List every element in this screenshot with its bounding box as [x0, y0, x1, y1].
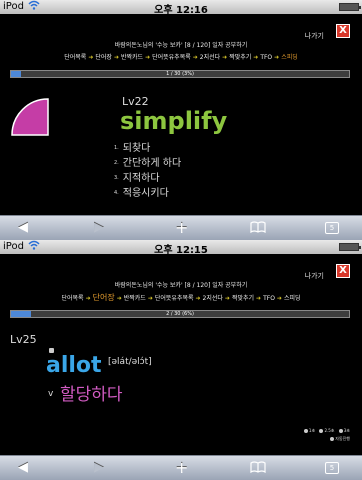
bookmarks-icon[interactable]	[250, 221, 266, 237]
arrow-icon: ➜	[192, 54, 198, 61]
radio-icon[interactable]	[319, 429, 324, 433]
auto-advance-options: 1초 2.5초 3초 자동진행	[301, 428, 350, 442]
study-heading: 바람의돈노님의 '수능 보카' [8 / 120] 일자 공부하기	[114, 282, 248, 289]
nav-item-two-choice[interactable]: 2지선다	[200, 54, 220, 61]
arrow-icon: ➜	[116, 295, 122, 302]
meaning-option[interactable]: 2. 간단하게 하다	[114, 156, 181, 171]
phonetic: [əlát/əlɔ́t]	[108, 357, 152, 367]
battery-icon	[339, 243, 361, 251]
nav-item-meaning-guess[interactable]: 단어뜻유추목록	[152, 54, 191, 61]
status-bar: iPod 오후 12:16	[0, 0, 362, 16]
arrow-icon: ➜	[274, 54, 280, 61]
arrow-icon: ➜	[276, 295, 282, 302]
meaning-option[interactable]: 4. 적응시키다	[114, 186, 181, 201]
speed-option[interactable]: 2.5초	[324, 428, 334, 433]
close-button[interactable]: X	[336, 264, 350, 278]
arrow-icon: ➜	[224, 295, 230, 302]
speed-option[interactable]: 3초	[344, 428, 350, 433]
meaning-option[interactable]: 1. 되찾다	[114, 141, 181, 156]
arrow-icon: ➜	[222, 54, 228, 61]
arrow-icon: ➜	[256, 295, 262, 302]
arrow-icon: ➜	[145, 54, 151, 61]
arrow-icon: ➜	[113, 54, 119, 61]
nav-item-meaning-guess[interactable]: 단어뜻유추목록	[155, 295, 194, 302]
nav-item-flash-card[interactable]: 반짝카드	[121, 54, 143, 61]
tabs-button[interactable]: 5	[325, 222, 339, 234]
level-label: Lv25	[10, 333, 37, 346]
browser-toolbar: ◀ ▶ + 5	[0, 455, 362, 480]
clock: 오후 12:15	[154, 245, 208, 256]
add-button[interactable]: +	[175, 218, 188, 237]
browser-toolbar: ◀ ▶ + 5	[0, 215, 362, 240]
radio-icon[interactable]	[338, 429, 343, 433]
speed-option[interactable]: 1초	[309, 428, 315, 433]
part-of-speech: v	[48, 389, 54, 399]
nav-item-word-list[interactable]: 단어목록	[64, 54, 86, 61]
arrow-icon: ➜	[147, 295, 153, 302]
meaning-option[interactable]: 3. 지적하다	[114, 171, 181, 186]
status-bar: iPod 오후 12:15	[0, 240, 362, 256]
arrow-icon: ➜	[85, 295, 91, 302]
back-button[interactable]: ◀	[18, 460, 28, 475]
arrow-icon: ➜	[195, 295, 201, 302]
back-button[interactable]: ◀	[18, 220, 28, 235]
progress-bar: 2 / 30 (6%)	[10, 310, 350, 318]
arrow-icon: ➜	[253, 54, 259, 61]
nav-item-matching[interactable]: 짝맞추기	[229, 54, 251, 61]
bookmarks-icon[interactable]	[250, 461, 266, 477]
vocab-word: allot	[46, 353, 102, 378]
close-button[interactable]: X	[336, 24, 350, 38]
tabs-button[interactable]: 5	[325, 462, 339, 474]
nav-item-wordbook[interactable]: 단어장	[95, 54, 112, 61]
meaning-list: 1. 되찾다 2. 간단하게 하다 3. 지적하다 4. 적응시키다	[114, 141, 181, 201]
nav-item-matching[interactable]: 짝맞추기	[232, 295, 254, 302]
arrow-icon: ➜	[88, 54, 94, 61]
progress-text: 1 / 30 (3%)	[166, 71, 194, 77]
word-meaning: 할당하다	[60, 385, 123, 405]
nav-item-speeding[interactable]: 스피딩	[281, 54, 298, 61]
timer-pie-icon	[11, 98, 49, 136]
screen-bottom: iPod 오후 12:15 나가기 X 바람의돈노님의 '수능 보카' [8 /…	[0, 240, 362, 480]
study-heading: 바람의돈노님의 '수능 보카' [8 / 120] 일자 공부하기	[114, 42, 248, 49]
nav-item-wordbook[interactable]: 단어장	[93, 293, 115, 302]
progress-bar: 1 / 30 (3%)	[10, 70, 350, 78]
nav-item-word-list[interactable]: 단어목록	[61, 295, 83, 302]
radio-icon[interactable]	[330, 437, 335, 441]
nav-item-tfo[interactable]: TFO	[263, 295, 275, 302]
screen-top: iPod 오후 12:16 나가기 X 바람의돈노님의 '수능 보카' [8 /…	[0, 0, 362, 240]
progress-text: 2 / 30 (6%)	[166, 311, 194, 317]
forward-button[interactable]: ▶	[94, 460, 104, 475]
nav-item-two-choice[interactable]: 2지선다	[203, 295, 223, 302]
forward-button[interactable]: ▶	[94, 220, 104, 235]
study-mode-nav: 단어목록 ➜ 단어장 ➜ 반짝카드 ➜ 단어뜻유추목록 ➜ 2지선다 ➜ 짝맞추기 ➜ TFO ➜ 스피딩	[0, 52, 362, 61]
radio-icon[interactable]	[303, 429, 308, 433]
add-button[interactable]: +	[175, 458, 188, 477]
vocab-word: simplify	[120, 107, 228, 135]
nav-item-tfo[interactable]: TFO	[260, 54, 272, 61]
nav-item-flash-card[interactable]: 반짝카드	[124, 295, 146, 302]
study-mode-nav: 단어목록 ➜ 단어장 ➜ 반짝카드 ➜ 단어뜻유추목록 ➜ 2지선다 ➜ 짝맞추기 ➜ TFO ➜ 스피딩	[0, 292, 362, 303]
nav-item-speeding[interactable]: 스피딩	[284, 295, 301, 302]
clock: 오후 12:16	[154, 5, 208, 16]
battery-icon	[339, 3, 361, 11]
auto-advance-label[interactable]: 자동진행	[335, 436, 350, 441]
